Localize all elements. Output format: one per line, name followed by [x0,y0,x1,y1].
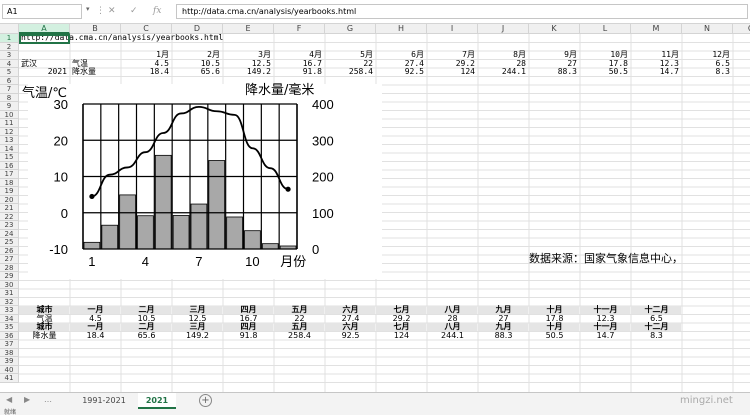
precip-bar-7 [190,203,208,250]
precip-bar-5 [154,154,172,250]
right-tick-label: 300 [312,133,334,148]
climate-chart[interactable]: 30 40020 30010 2000 100-10 01 4 7 10 月份气温/℃ 降水量/毫米 [0,24,750,392]
precip-bar-4 [137,215,154,250]
left-tick-label: 10 [54,170,68,185]
next-sheet-icon[interactable]: ▶ [24,395,30,404]
precip-bar-9 [226,216,243,250]
add-sheet-button[interactable]: + [199,394,212,407]
left-tick-label: -10 [49,242,68,257]
right-tick-label: 200 [312,170,334,185]
name-box[interactable]: A1 [2,4,82,19]
left-axis-title: 气温/℃ [22,85,67,101]
formula-bar: A1 ▾ ⋮ ✕ ✓ fx http://data.cma.cn/analysi… [0,0,750,24]
right-axis-title: 降水量/毫米 [245,82,314,98]
temp-point-start [89,193,95,200]
selected-cell[interactable] [19,34,70,44]
watermark-text: mingzi.net [680,395,733,406]
sheet-tabs-bar: ◀ ▶ … 1991-2021 2021 + [0,392,750,409]
temp-point-end [285,186,291,192]
precip-bar-6 [172,215,190,250]
x-axis-unit: 月份 [280,255,306,270]
left-tick-label: 0 [61,206,68,221]
precip-bar-11 [261,243,279,250]
x-tick-label: 7 [195,254,202,269]
function-icon[interactable]: fx [153,5,161,17]
cancel-icon[interactable]: ✕ [108,5,116,17]
tab-1991-2021[interactable]: 1991-2021 [72,393,136,409]
x-tick-label: 10 [245,254,259,269]
more-options-icon: ⋮ [96,6,105,16]
tab-2021[interactable]: 2021 [138,393,176,409]
precip-bar-8 [208,160,226,250]
x-tick-label: 4 [142,254,149,269]
formula-input[interactable]: http://data.cma.cn/analysis/yearbooks.ht… [176,4,748,19]
more-sheets-icon[interactable]: … [44,395,52,404]
chevron-down-icon[interactable]: ▾ [86,5,90,13]
right-tick-label: 100 [312,206,334,221]
x-tick-label: 1 [88,254,95,269]
precip-bar-1 [83,241,101,250]
prev-sheet-icon[interactable]: ◀ [6,395,12,404]
status-bar: 就绪 [0,409,750,416]
precip-bar-2 [101,224,119,250]
precip-bar-10 [244,230,261,250]
worksheet[interactable]: ABCDEFGHIJKLMNO 123456789101112131415161… [0,24,750,392]
left-tick-label: 20 [54,133,68,148]
enter-icon[interactable]: ✓ [130,5,138,17]
right-tick-label: 0 [312,242,319,257]
precip-bar-3 [119,194,136,250]
right-tick-label: 400 [312,97,334,112]
